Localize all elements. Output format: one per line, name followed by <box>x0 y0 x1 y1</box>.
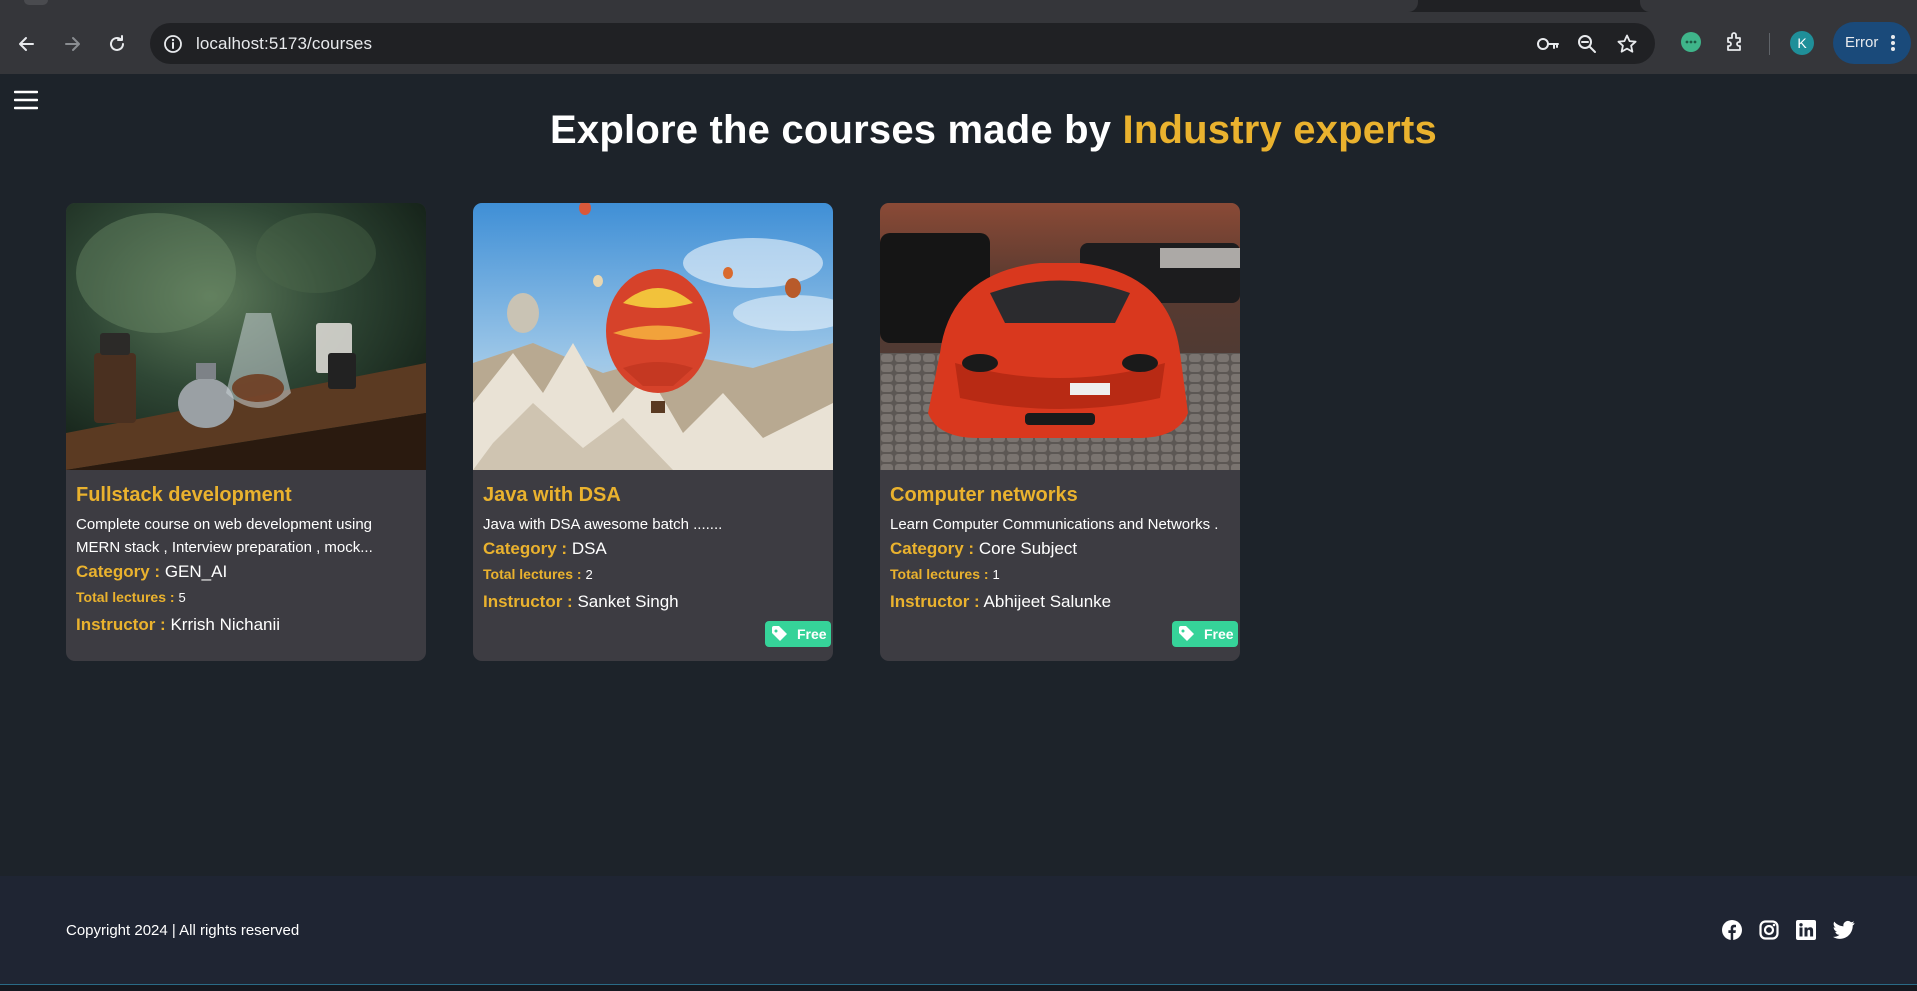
tab-indicator <box>24 0 48 5</box>
lectures-value: 1 <box>992 567 1000 582</box>
profile-avatar[interactable]: K <box>1790 31 1814 55</box>
url-text[interactable]: localhost:5173/courses <box>196 34 372 54</box>
course-card[interactable]: Java with DSA Java with DSA awesome batc… <box>473 203 833 661</box>
instructor-label: Instructor : <box>76 615 166 634</box>
category-value: DSA <box>571 539 607 558</box>
course-description: Learn Computer Communications and Networ… <box>890 516 1219 533</box>
course-title[interactable]: Java with DSA <box>483 484 621 507</box>
course-title[interactable]: Computer networks <box>890 484 1078 507</box>
page-title-prefix: Explore the courses made by <box>550 108 1123 152</box>
browser-toolbar: localhost:5173/courses K Error <box>0 12 1917 74</box>
page-title-accent: Industry experts <box>1122 108 1437 152</box>
inactive-tab[interactable] <box>1640 0 1917 12</box>
reload-button[interactable] <box>102 29 132 59</box>
price-badge: Free <box>1172 621 1238 647</box>
category-label: Category : <box>483 539 568 558</box>
bottom-edge <box>0 984 1917 991</box>
linkedin-icon[interactable] <box>1796 920 1816 940</box>
course-instructor: Instructor : Abhijeet Salunke <box>890 592 1111 612</box>
lectures-label: Total lectures : <box>76 589 175 605</box>
browser-tab-strip <box>0 0 1917 12</box>
course-category: Category : GEN_AI <box>76 562 227 582</box>
instructor-label: Instructor : <box>890 592 980 611</box>
instructor-value: Sanket Singh <box>577 592 679 611</box>
course-category: Category : Core Subject <box>890 539 1077 559</box>
active-tab[interactable] <box>0 0 1418 12</box>
arrow-left-icon <box>19 37 34 51</box>
chat-extension-icon[interactable] <box>1679 30 1703 54</box>
lectures-value: 2 <box>585 567 593 582</box>
price-badge: Free <box>765 621 831 647</box>
instructor-value: Abhijeet Salunke <box>983 592 1112 611</box>
instructor-value: Krrish Nichanii <box>170 615 281 634</box>
toolbar-separator <box>1769 33 1770 55</box>
course-card[interactable]: Computer networks Learn Computer Communi… <box>880 203 1240 661</box>
category-value: Core Subject <box>978 539 1078 558</box>
twitter-icon[interactable] <box>1833 920 1855 940</box>
copyright-text: Copyright 2024 | All rights reserved <box>66 922 300 939</box>
course-category: Category : DSA <box>483 539 607 559</box>
lectures-label: Total lectures : <box>890 566 989 582</box>
address-bar[interactable]: localhost:5173/courses <box>150 23 1655 64</box>
category-label: Category : <box>76 562 161 581</box>
course-instructor: Instructor : Krrish Nichanii <box>76 615 280 635</box>
reload-icon <box>110 35 124 51</box>
facebook-icon[interactable] <box>1722 920 1742 940</box>
course-title[interactable]: Fullstack development <box>76 484 292 507</box>
course-thumbnail[interactable] <box>473 203 833 470</box>
back-button[interactable] <box>12 29 42 59</box>
site-info-icon[interactable] <box>162 33 184 55</box>
course-card[interactable]: Fullstack development Complete course on… <box>66 203 426 661</box>
more-vert-icon <box>1891 35 1895 51</box>
instagram-icon[interactable] <box>1759 920 1779 940</box>
badge-label: Free <box>797 626 827 642</box>
course-instructor: Instructor : Sanket Singh <box>483 592 679 612</box>
course-lectures: Total lectures : 1 <box>890 566 1000 582</box>
zoom-icon[interactable] <box>1576 33 1598 55</box>
lectures-label: Total lectures : <box>483 566 582 582</box>
arrow-right-icon <box>65 37 80 51</box>
bookmark-star-icon[interactable] <box>1616 33 1638 55</box>
profile-error-button[interactable]: Error <box>1833 22 1911 64</box>
course-lectures: Total lectures : 2 <box>483 566 593 582</box>
course-thumbnail[interactable] <box>66 203 426 470</box>
course-description: Java with DSA awesome batch ....... <box>483 516 723 533</box>
category-value: GEN_AI <box>164 562 228 581</box>
tag-icon <box>1179 626 1194 641</box>
forward-button[interactable] <box>57 29 87 59</box>
badge-label: Free <box>1204 626 1234 642</box>
instructor-label: Instructor : <box>483 592 573 611</box>
category-label: Category : <box>890 539 975 558</box>
page-title: Explore the courses made by Industry exp… <box>0 108 1917 153</box>
tag-icon <box>772 626 787 641</box>
course-description: Complete course on web development using… <box>76 516 373 556</box>
course-thumbnail[interactable] <box>880 203 1240 470</box>
error-label: Error <box>1845 34 1879 51</box>
password-key-icon[interactable] <box>1536 33 1560 55</box>
lectures-value: 5 <box>178 590 186 605</box>
site-footer: Copyright 2024 | All rights reserved <box>0 876 1917 991</box>
course-lectures: Total lectures : 5 <box>76 589 186 605</box>
extensions-puzzle-icon[interactable] <box>1724 30 1748 54</box>
